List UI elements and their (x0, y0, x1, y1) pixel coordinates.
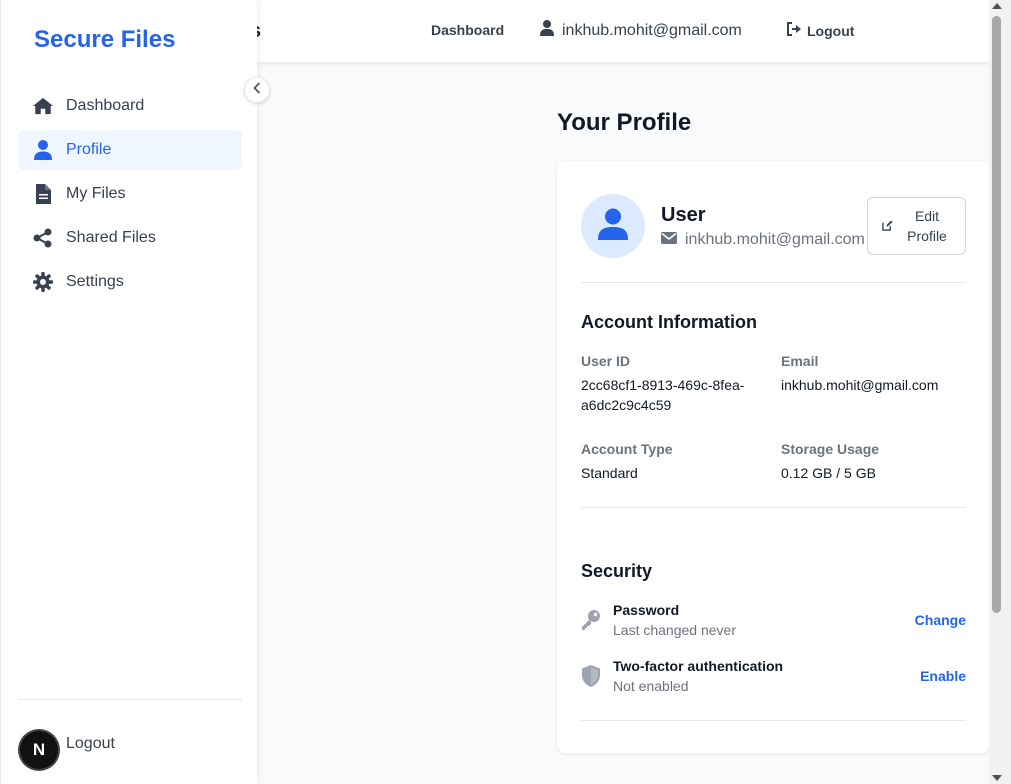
account-type-label: Account Type (581, 441, 673, 457)
sidebar-item-shared-files[interactable]: Shared Files (18, 218, 242, 258)
logout-icon (786, 22, 802, 39)
home-icon (33, 96, 53, 116)
profile-email: inkhub.mohit@gmail.com (685, 231, 865, 248)
scroll-thumb[interactable] (992, 16, 1001, 613)
storage-usage-label: Storage Usage (781, 441, 880, 457)
user-icon (540, 20, 554, 41)
avatar (581, 194, 645, 258)
divider (581, 507, 966, 508)
account-info-title: Account Information (581, 312, 757, 332)
chevron-left-icon (253, 81, 261, 99)
user-id-label: User ID (581, 353, 631, 369)
sidebar-item-label: My Files (66, 185, 126, 202)
user-id-value-line1: 2cc68cf1-8913-469c-8fea- (581, 377, 745, 393)
sidebar-logout-button[interactable]: Logout (66, 735, 115, 753)
page-title: Your Profile (557, 109, 692, 136)
sidebar-item-my-files[interactable]: My Files (18, 174, 242, 214)
profile-email-row: inkhub.mohit@gmail.com (661, 231, 865, 249)
envelope-icon (661, 231, 677, 249)
divider (581, 720, 966, 721)
sidebar-item-profile[interactable]: Profile (18, 130, 242, 170)
user-icon (598, 208, 628, 245)
enable-twofa-button[interactable]: Enable (920, 668, 966, 684)
sidebar-collapse-button[interactable] (244, 77, 270, 103)
user-icon (33, 140, 53, 160)
sidebar-item-label: Shared Files (66, 229, 156, 246)
email-value: inkhub.mohit@gmail.com (781, 377, 939, 393)
scroll-up-arrow-icon[interactable] (992, 3, 1002, 9)
edit-profile-button[interactable]: Edit Profile (867, 197, 966, 255)
header-logout-label: Logout (807, 22, 855, 39)
user-id-value-line2: a6dc2c9c4c59 (581, 397, 672, 413)
sidebar: Secure Files Dashboard Profile My Files … (0, 0, 257, 784)
scrollbar[interactable] (989, 0, 1011, 784)
email-label: Email (781, 353, 819, 369)
gear-icon (33, 272, 53, 292)
framework-badge[interactable]: N (20, 731, 58, 769)
shield-icon (581, 665, 601, 687)
app-logo[interactable]: Secure Files (34, 26, 175, 54)
header-nav-dashboard[interactable]: Dashboard (431, 22, 504, 38)
storage-usage-value: 0.12 GB / 5 GB (781, 465, 876, 481)
sidebar-item-dashboard[interactable]: Dashboard (18, 86, 242, 126)
sidebar-item-settings[interactable]: Settings (18, 262, 242, 302)
sidebar-item-label: Dashboard (66, 97, 145, 114)
sidebar-item-label: Profile (66, 141, 112, 158)
file-icon (33, 184, 53, 204)
divider (18, 699, 242, 700)
edit-icon (882, 218, 893, 234)
header-logout-button[interactable]: Logout (786, 22, 854, 39)
header-user: inkhub.mohit@gmail.com (540, 20, 742, 41)
profile-card: User inkhub.mohit@gmail.com Edit Profile… (557, 161, 989, 753)
key-icon (581, 609, 601, 631)
twofa-subtitle: Not enabled (613, 678, 689, 694)
header-user-email: inkhub.mohit@gmail.com (562, 21, 742, 39)
edit-profile-label: Edit Profile (907, 208, 947, 244)
sidebar-item-label: Settings (66, 273, 124, 290)
password-subtitle: Last changed never (613, 622, 736, 638)
sidebar-nav: Dashboard Profile My Files Shared Files … (18, 86, 242, 306)
divider (581, 282, 966, 283)
profile-name: User (661, 204, 706, 226)
security-title: Security (581, 561, 653, 581)
account-type-value: Standard (581, 465, 638, 481)
twofa-title: Two-factor authentication (613, 658, 784, 674)
share-icon (33, 228, 53, 248)
password-title: Password (613, 602, 680, 618)
scroll-down-arrow-icon[interactable] (992, 775, 1002, 781)
change-password-button[interactable]: Change (915, 612, 966, 628)
